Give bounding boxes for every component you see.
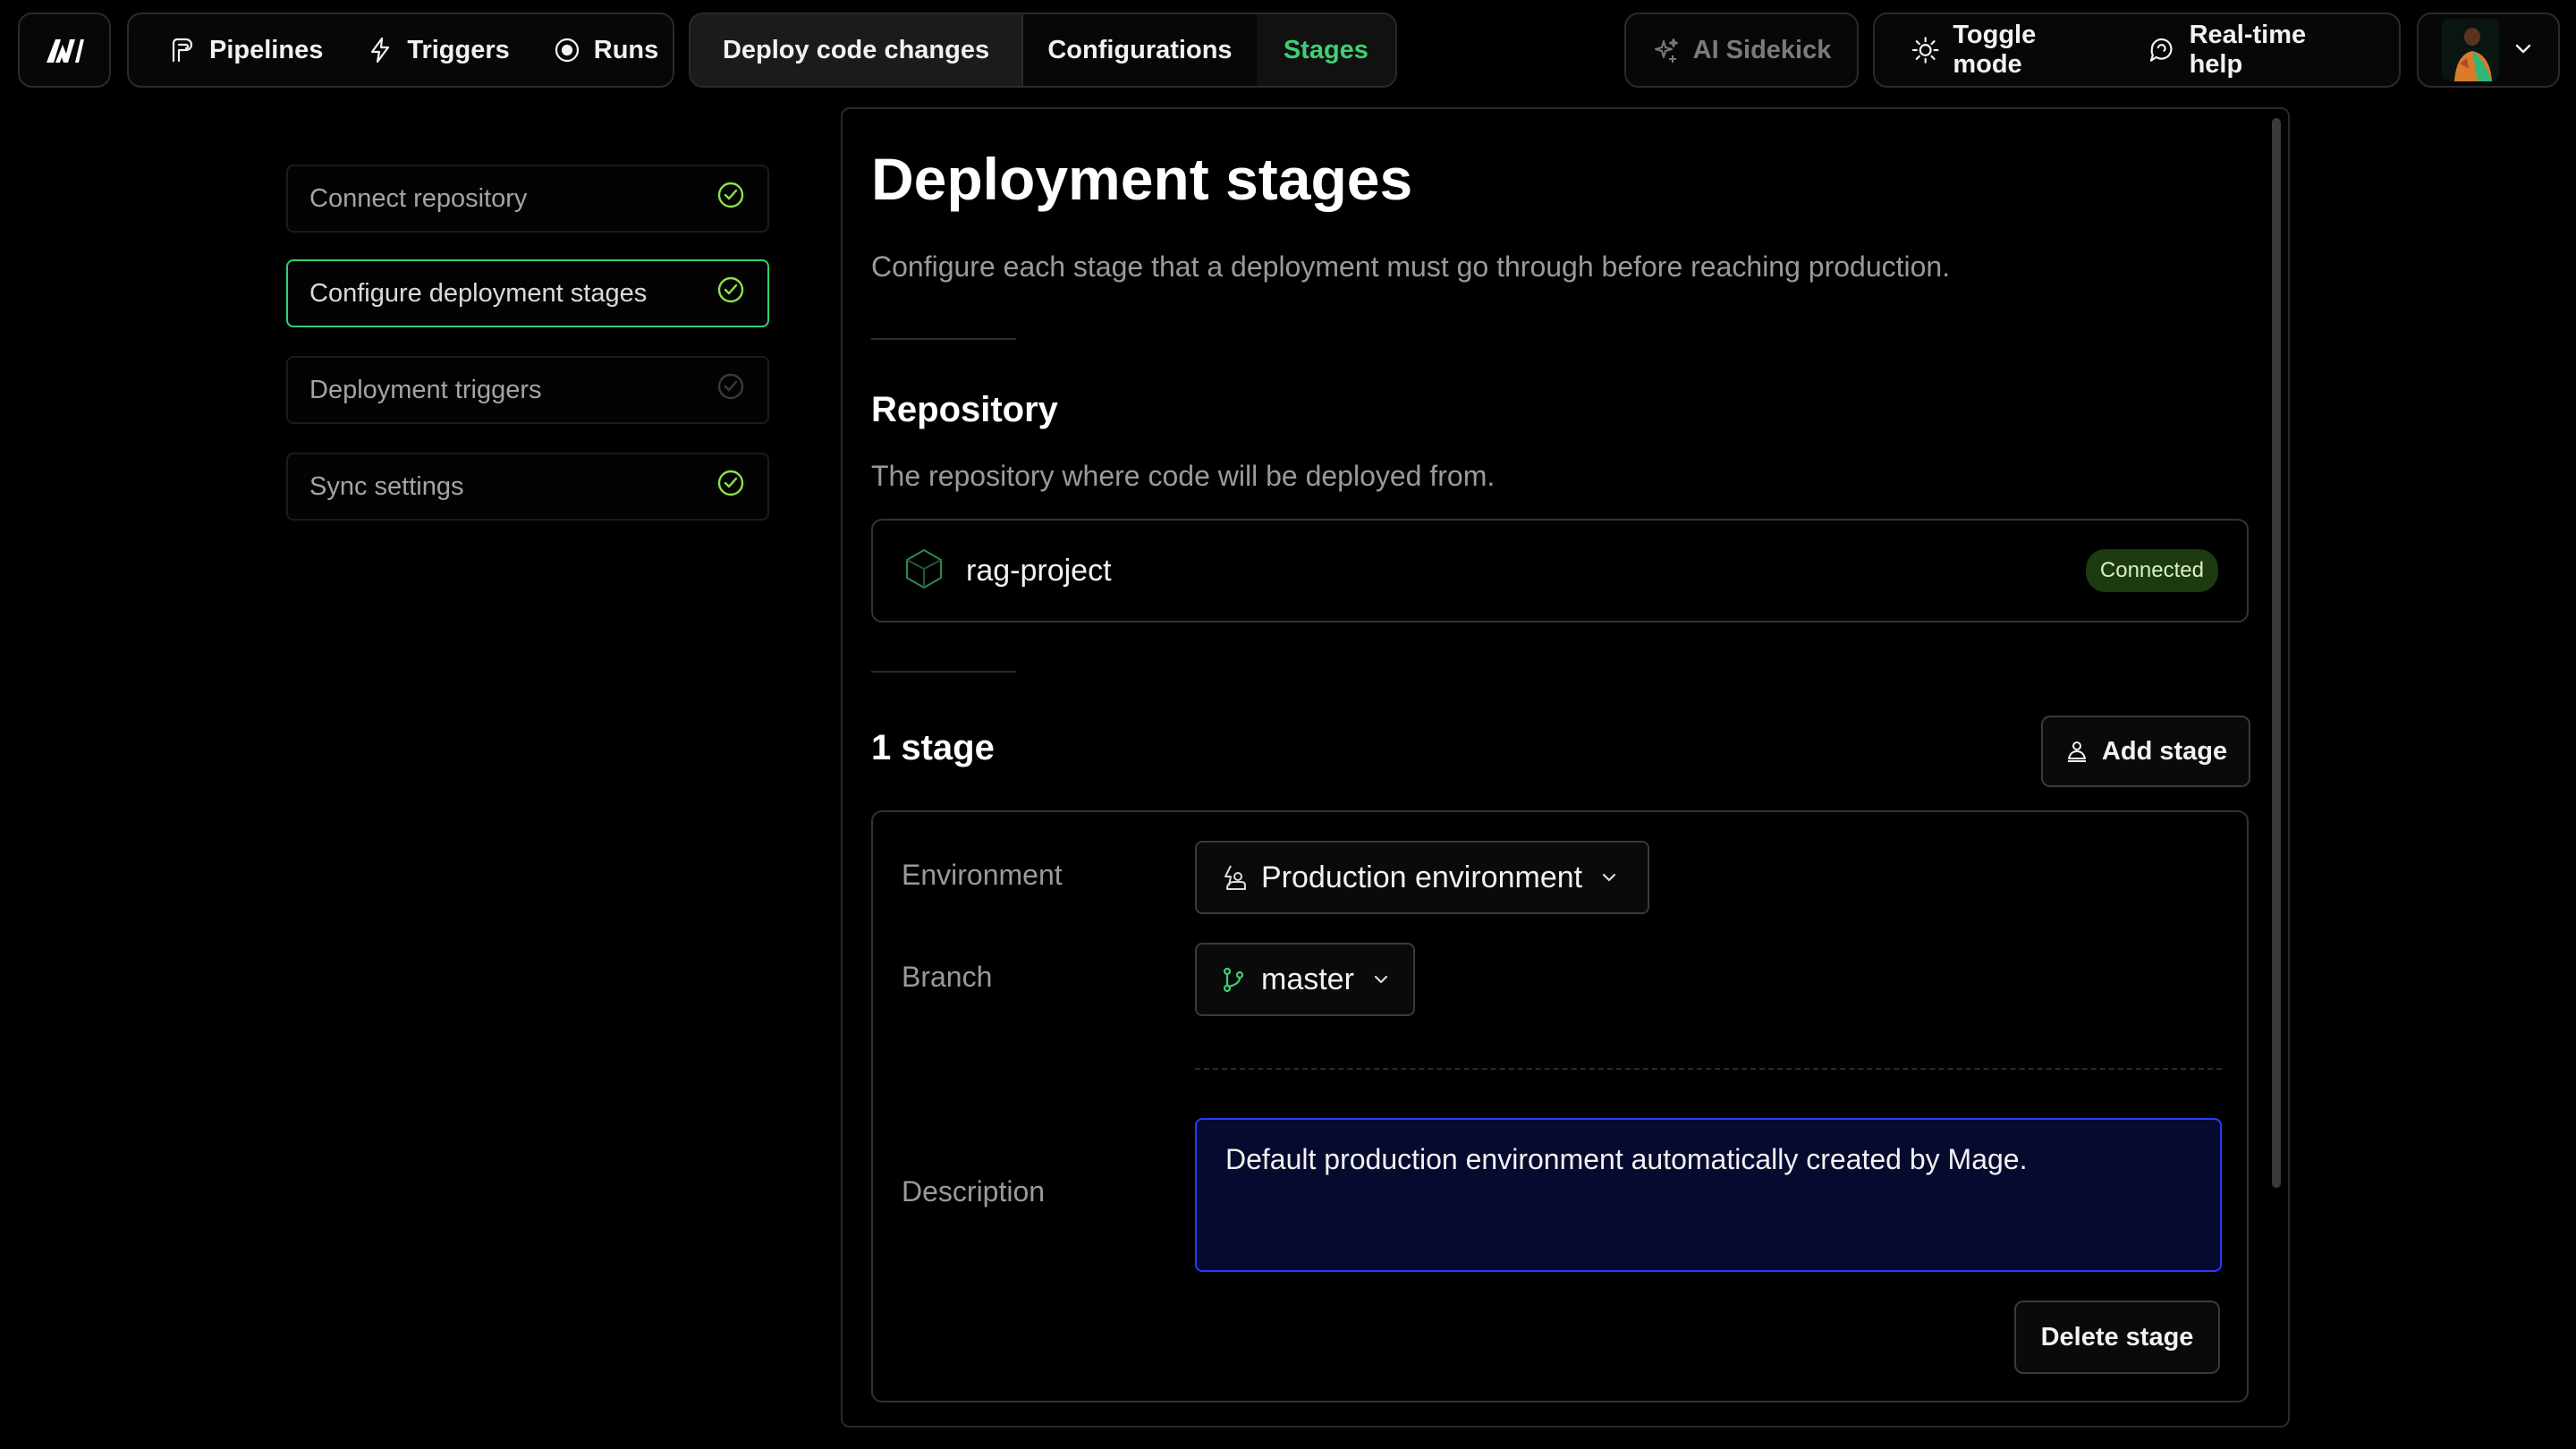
panel-scrollbar[interactable] [2272,118,2281,1188]
tab-configurations[interactable]: Configurations [1023,14,1257,86]
nav-triggers-label: Triggers [407,35,510,64]
nav-pipelines[interactable]: Pipelines [150,23,341,77]
repository-heading: Repository [871,390,1058,429]
environment-value: Production environment [1261,860,1583,894]
check-circle-icon [716,180,746,217]
sun-icon [1911,37,1939,64]
branch-label: Branch [902,961,993,993]
add-stage-button[interactable]: Add stage [2041,716,2250,787]
nav-pipelines-label: Pipelines [209,35,324,64]
deploy-tabs: Deploy code changes Configurations Stage… [689,13,1397,88]
description-textarea[interactable]: Default production environment automatic… [1195,1118,2222,1272]
page-subtitle: Configure each stage that a deployment m… [871,250,1951,283]
pipelines-icon [172,38,193,63]
chevron-down-icon [2512,37,2535,64]
mage-logo-icon [47,39,84,63]
page-title: Deployment stages [871,146,1413,212]
add-stage-icon [2067,741,2086,762]
nav-runs[interactable]: Runs [535,23,677,77]
stage-count-heading: 1 stage [871,728,995,767]
step-deployment-triggers[interactable]: Deployment triggers [286,356,769,424]
repository-card: rag-project Connected [871,519,2249,623]
nav-runs-label: Runs [593,35,659,64]
step-label: Sync settings [309,471,464,501]
chevron-down-icon [1374,975,1388,984]
realtime-help-button[interactable]: Real-time help [2131,21,2379,79]
description-label: Description [902,1175,1046,1208]
check-circle-pending-icon [716,371,746,409]
section-divider [871,338,1016,340]
section-divider [871,671,1016,673]
avatar-image [2442,19,2499,81]
branch-value: master [1261,962,1354,996]
check-circle-icon [716,275,746,312]
home-logo-button[interactable] [18,13,111,88]
stage-card: Environment Production environment Branc… [871,810,2249,1402]
step-sync-settings[interactable]: Sync settings [286,453,769,521]
environment-select[interactable]: Production environment [1195,841,1649,914]
realtime-help-label: Real-time help [2189,21,2307,79]
check-circle-icon [716,468,746,505]
repository-name: rag-project [966,553,1112,588]
step-label: Deployment triggers [309,375,542,404]
add-stage-label: Add stage [2101,736,2228,766]
toggle-mode-button[interactable]: Toggle mode [1894,21,2125,79]
deployment-stages-panel: Deployment stages Configure each stage t… [841,107,2290,1428]
chat-bubble-icon [2150,38,2173,62]
user-menu[interactable] [2417,13,2560,88]
delete-stage-button[interactable]: Delete stage [2014,1301,2220,1374]
sparkle-icon [1654,38,1678,63]
environment-icon [1224,865,1246,890]
toggle-mode-label: Toggle mode [1953,21,2037,79]
step-connect-repository[interactable]: Connect repository [286,165,769,233]
chevron-down-icon [1602,873,1616,882]
status-badge: Connected [2085,549,2218,592]
target-icon [555,38,579,63]
tab-deploy-code-changes[interactable]: Deploy code changes [691,14,1024,86]
git-branch-icon [1223,967,1244,993]
step-label: Connect repository [309,183,528,213]
lightning-icon [371,37,390,64]
environment-label: Environment [902,859,1063,891]
avatar [2442,19,2499,81]
nav-triggers[interactable]: Triggers [348,23,527,77]
branch-select[interactable]: master [1195,943,1415,1016]
cube-icon [902,547,946,596]
app-root: Pipelines Triggers Runs Deploy code chan… [0,0,2576,1449]
tab-stages[interactable]: Stages [1256,14,1395,86]
ai-sidekick-label: AI Sidekick [1692,35,1832,64]
help-group: Toggle mode Real-time help [1873,13,2401,88]
repository-subheading: The repository where code will be deploy… [871,460,1496,492]
step-label: Configure deployment stages [309,278,648,308]
field-separator [1195,1068,2222,1070]
step-configure-deployment-stages[interactable]: Configure deployment stages [286,259,769,327]
ai-sidekick-button[interactable]: AI Sidekick [1624,13,1859,88]
main-nav: Pipelines Triggers Runs [127,13,674,88]
